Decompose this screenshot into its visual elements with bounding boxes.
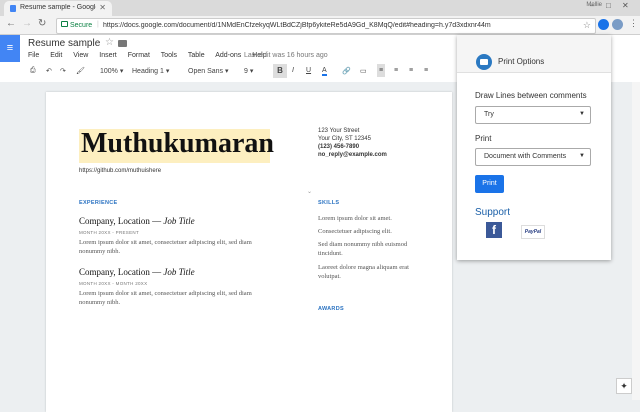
print-icon[interactable]: ⎙	[30, 67, 36, 75]
close-tab-icon[interactable]: ✕	[99, 3, 106, 12]
minimize-icon[interactable]: –	[590, 1, 594, 10]
back-icon[interactable]: ←	[6, 18, 16, 29]
docs-logo-icon[interactable]: ≡	[0, 35, 20, 62]
browser-tab[interactable]: Resume sample - Google Docs ✕	[4, 1, 112, 16]
address-email: no_reply@example.com	[318, 152, 387, 158]
folder-icon[interactable]	[118, 40, 127, 47]
menu-table[interactable]: Table	[188, 52, 205, 59]
redo-icon[interactable]: ↷	[60, 67, 66, 75]
divider: |	[97, 21, 99, 28]
popup-header: Print Options	[457, 35, 611, 73]
last-edit-status[interactable]: Last edit was 16 hours ago	[244, 52, 328, 59]
chrome-menu-icon[interactable]: ⋮	[629, 18, 638, 29]
url-text[interactable]: https://docs.google.com/document/d/1NMdE…	[103, 22, 573, 29]
chevron-down-icon: ▼	[579, 153, 585, 159]
text-color-button[interactable]: A	[322, 67, 327, 76]
draw-lines-label: Draw Lines between comments	[475, 91, 587, 100]
menu-tools[interactable]: Tools	[161, 52, 177, 59]
underline-button[interactable]: U	[306, 67, 311, 74]
menu-edit[interactable]: Edit	[50, 52, 62, 59]
document-page[interactable]: Muthukumaran https://github.com/muthuish…	[46, 92, 452, 412]
paypal-button[interactable]: PayPal	[521, 225, 545, 239]
support-label: Support	[475, 207, 511, 218]
awards-heading: AWARDS	[318, 306, 344, 312]
print-mode-select[interactable]: Document with Comments ▼	[475, 148, 591, 166]
lock-icon	[61, 21, 68, 27]
vertical-scrollbar[interactable]	[632, 82, 640, 400]
star-icon[interactable]: ☆	[105, 37, 114, 48]
maximize-icon[interactable]: □	[606, 1, 611, 10]
menu-bar: File Edit View Insert Format Tools Table…	[28, 52, 276, 59]
job-title: Company, Location — Job Title	[79, 267, 195, 277]
address-bar[interactable]: Secure | https://docs.google.com/documen…	[56, 18, 596, 34]
secure-label: Secure	[70, 22, 93, 29]
document-title[interactable]: Resume sample	[28, 38, 100, 49]
job-description: Lorem ipsum dolor sit amet, consectetuer…	[79, 239, 252, 255]
address-city: Your City, ST 12345	[318, 136, 371, 142]
job-dates: MONTH 20XX - MONTH 20XX	[79, 281, 148, 286]
popup-title: Print Options	[498, 57, 545, 66]
tab-strip: Resume sample - Google Docs ✕ Mellie – □…	[0, 0, 640, 16]
job-title: Company, Location — Job Title	[79, 216, 195, 226]
address-phone: (123) 456-7890	[318, 144, 360, 150]
skill-item: Consectetuer adipiscing elit.	[318, 228, 392, 235]
job-dates: MONTH 20XX - PRESENT	[79, 230, 140, 235]
address-street: 123 Your Street	[318, 128, 360, 134]
section-collapse-icon[interactable]: ⌄	[307, 188, 312, 195]
align-left-icon[interactable]: ≡	[377, 64, 386, 77]
job-description: Lorem ipsum dolor sit amet, consectetuer…	[79, 290, 252, 306]
menu-addons[interactable]: Add-ons	[215, 52, 241, 59]
comment-icon[interactable]: ▭	[360, 67, 367, 75]
facebook-icon[interactable]: f	[486, 222, 502, 238]
menu-file[interactable]: File	[28, 52, 39, 59]
print-button[interactable]: Print	[475, 175, 504, 193]
draw-lines-value: Try	[484, 111, 494, 118]
style-select[interactable]: Heading 1 ▾	[132, 67, 169, 75]
skill-item: Lorem ipsum dolor sit amet.	[318, 215, 392, 222]
reload-icon[interactable]: ↻	[38, 18, 46, 29]
font-select[interactable]: Open Sans ▾	[188, 67, 229, 75]
bold-button[interactable]: B	[273, 64, 287, 78]
chevron-down-icon: ▼	[579, 111, 585, 117]
print-options-popup: Print Options Draw Lines between comment…	[457, 35, 611, 260]
align-justify-icon[interactable]: ≡	[424, 67, 428, 74]
explore-icon[interactable]: ✦	[616, 378, 632, 394]
resume-name[interactable]: Muthukumaran	[81, 128, 274, 160]
undo-icon[interactable]: ↶	[46, 67, 52, 75]
draw-lines-select[interactable]: Try ▼	[475, 106, 591, 124]
align-right-icon[interactable]: ≡	[409, 67, 413, 74]
extension-icon[interactable]	[612, 19, 623, 30]
experience-heading: EXPERIENCE	[79, 200, 118, 206]
docs-favicon-icon	[10, 5, 16, 12]
align-center-icon[interactable]: ≡	[394, 67, 398, 74]
bookmark-star-icon[interactable]: ☆	[583, 20, 591, 31]
browser-toolbar: ← → ↻ Secure | https://docs.google.com/d…	[0, 16, 640, 35]
link-icon[interactable]: 🔗	[342, 67, 351, 75]
print-icon	[476, 54, 492, 70]
print-label: Print	[475, 134, 492, 143]
skill-item: Laoreet dolore magna aliquam erat volutp…	[318, 264, 409, 280]
skill-item: Sed diam nonummy nibh euismod tincidunt.	[318, 241, 408, 257]
github-link[interactable]: https://github.com/muthuishere	[79, 168, 161, 174]
skills-heading: SKILLS	[318, 200, 340, 206]
italic-button[interactable]: I	[292, 67, 294, 74]
paint-format-icon[interactable]: 🖌	[76, 67, 85, 75]
forward-icon[interactable]: →	[22, 18, 32, 29]
print-options-extension-icon[interactable]	[598, 19, 609, 30]
close-window-icon[interactable]: ✕	[622, 1, 629, 10]
zoom-select[interactable]: 100% ▾	[100, 67, 123, 75]
font-size-select[interactable]: 9 ▾	[244, 67, 253, 75]
print-mode-value: Document with Comments	[484, 153, 567, 160]
tab-title: Resume sample - Google Docs	[20, 4, 96, 11]
menu-format[interactable]: Format	[128, 52, 150, 59]
menu-view[interactable]: View	[73, 52, 88, 59]
menu-insert[interactable]: Insert	[99, 52, 117, 59]
